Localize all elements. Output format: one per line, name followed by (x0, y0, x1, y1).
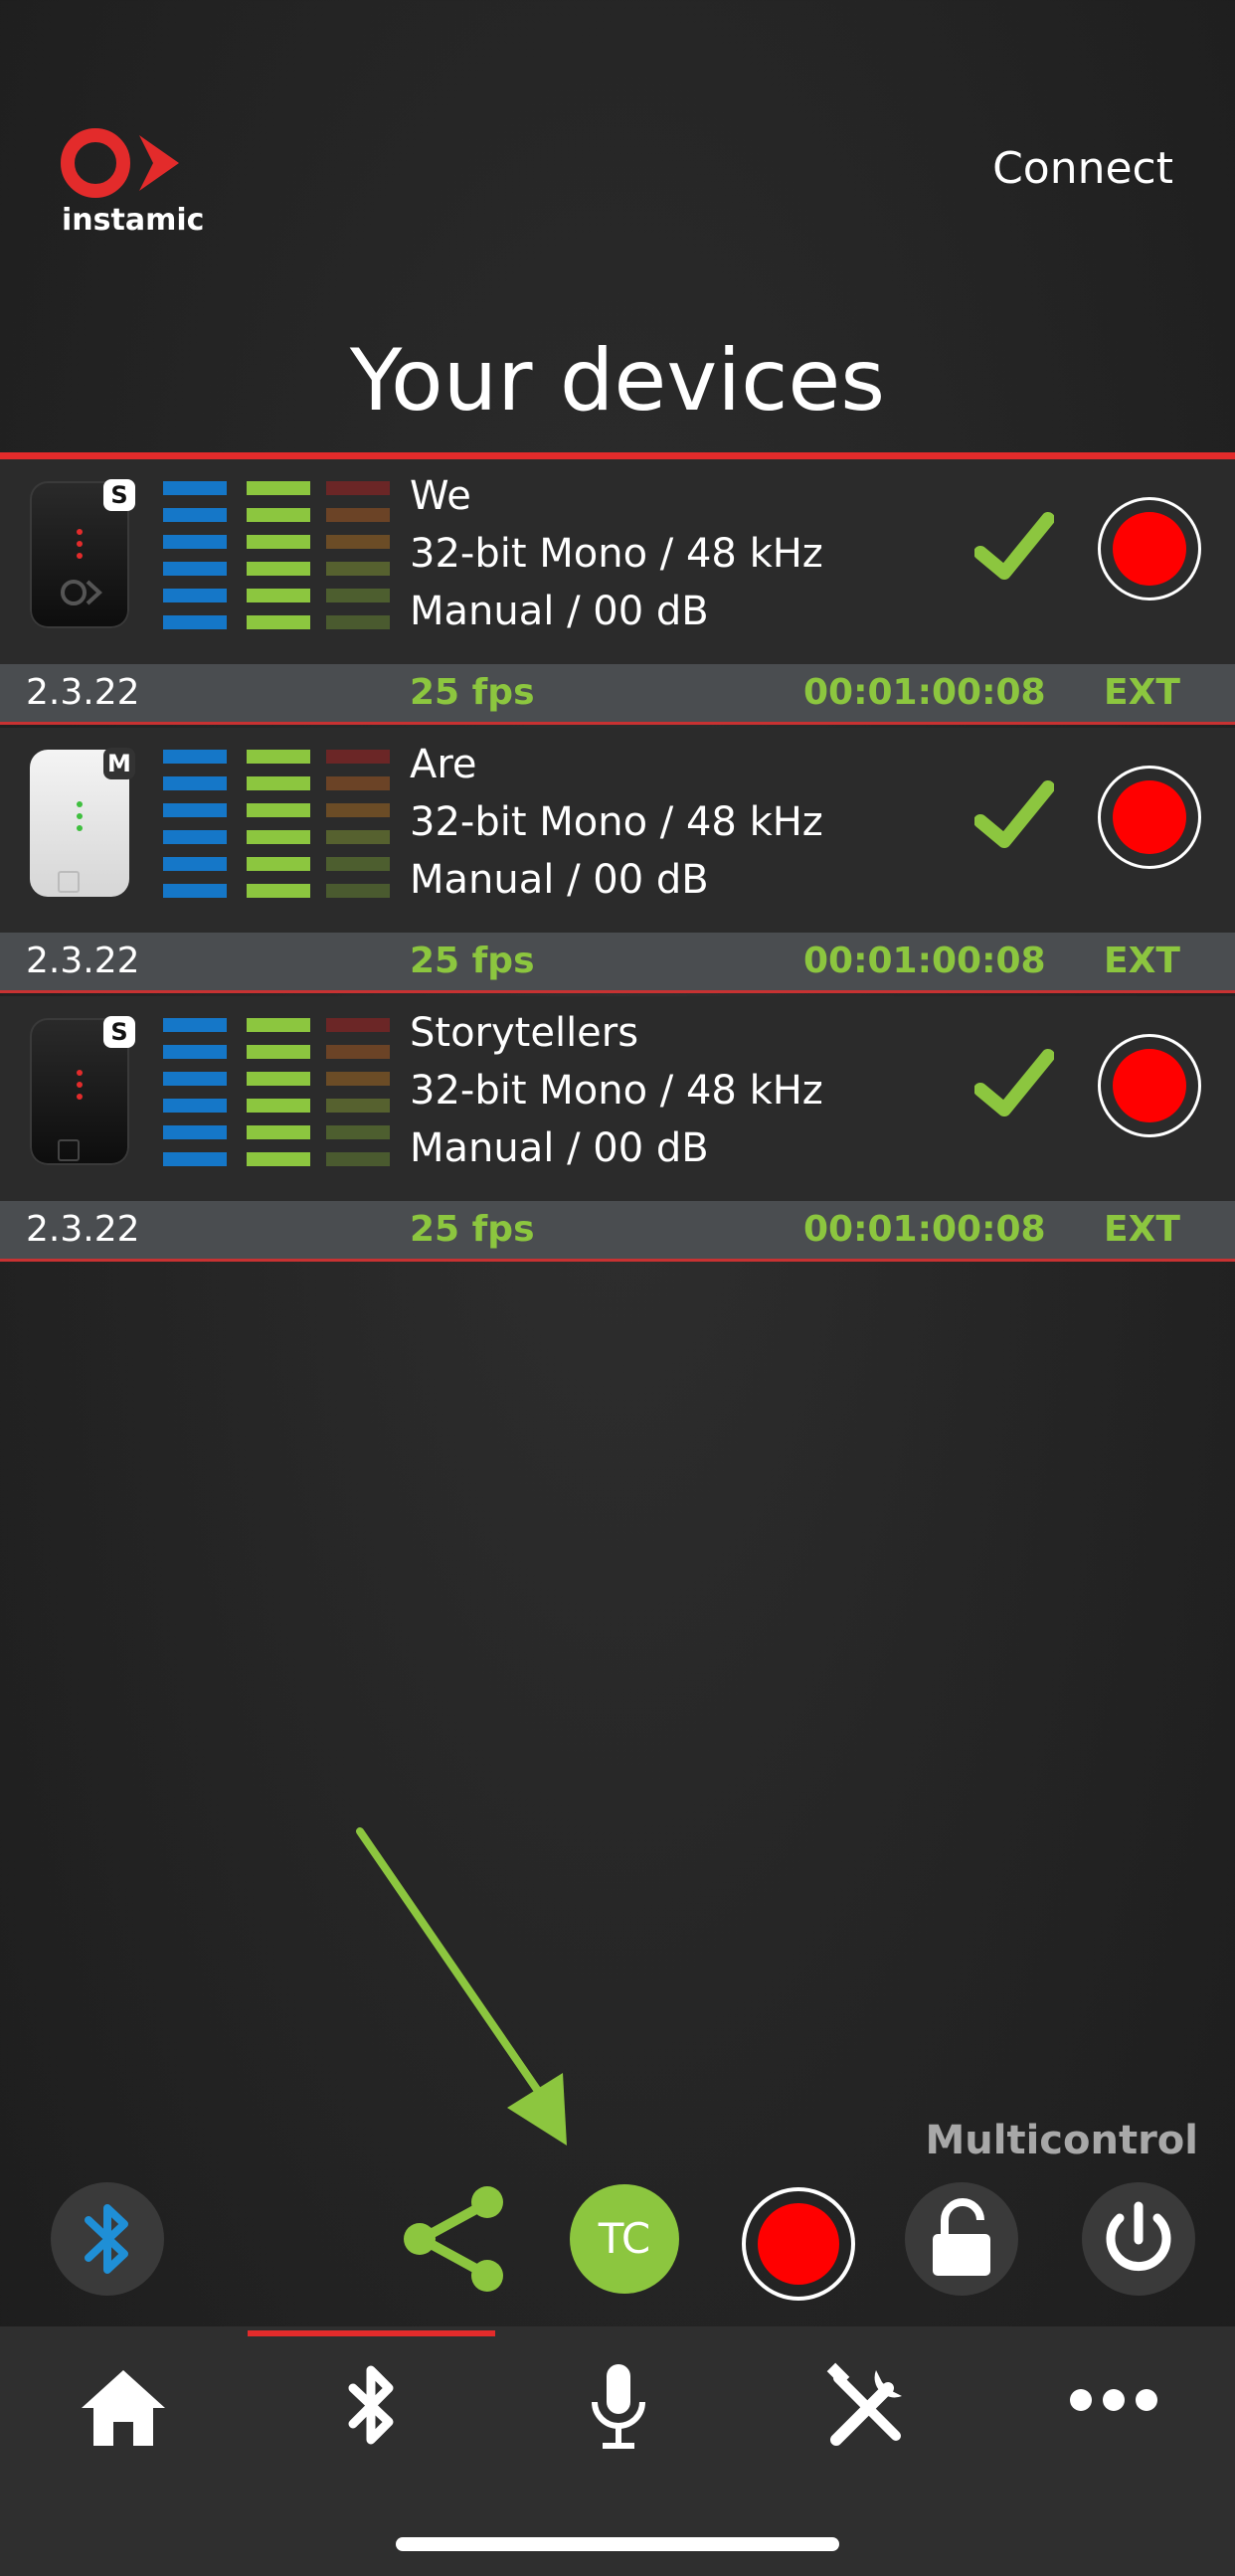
device-main-row[interactable]: S Storytellers 32-bit Mono / 48 kHz Manu… (0, 996, 1235, 1201)
level-meter-blue (163, 481, 227, 642)
power-button[interactable] (1082, 2182, 1195, 2296)
timecode: 00:01:00:08 (803, 941, 1046, 981)
header-divider (0, 452, 1235, 459)
bluetooth-button[interactable] (51, 2182, 164, 2296)
device-thumbnail: M (30, 748, 135, 897)
device-format: 32-bit Mono / 48 kHz (410, 799, 823, 845)
connected-check-icon (974, 1049, 1054, 1116)
device-main-row[interactable]: S We 32-bit Mono / 48 kHz Manual / 00 dB (0, 459, 1235, 664)
tab-bluetooth[interactable] (248, 2356, 494, 2476)
share-button[interactable] (398, 2182, 511, 2296)
device-main-row[interactable]: M Are 32-bit Mono / 48 kHz Manual / 00 d… (0, 728, 1235, 933)
multicontrol-label: Multicontrol (925, 2118, 1198, 2163)
device-logo-icon (61, 580, 102, 605)
device-thumbnail: S (30, 479, 135, 628)
device-thumbnail: S (30, 1016, 135, 1165)
logo-text: instamic (62, 203, 205, 238)
device-divider (0, 990, 1235, 993)
power-icon (1106, 2201, 1171, 2271)
bluetooth-icon (85, 2204, 128, 2274)
tools-icon (826, 2362, 902, 2446)
frame-rate: 25 fps (410, 672, 535, 713)
share-icon (404, 2186, 503, 2292)
level-meter-green (247, 1018, 310, 1179)
device-record-button[interactable] (1098, 766, 1201, 869)
device-divider (0, 1259, 1235, 1262)
home-icon (82, 2370, 165, 2446)
level-meter-dim (326, 481, 390, 642)
firmware-version: 2.3.22 (26, 672, 140, 713)
sync-mode: EXT (1104, 1209, 1180, 1250)
tab-more[interactable] (990, 2356, 1235, 2476)
device-card[interactable]: S We 32-bit Mono / 48 kHz Manual / 00 dB… (0, 459, 1235, 728)
device-button-icon (58, 871, 80, 893)
record-all-button[interactable] (742, 2187, 855, 2301)
device-status-bar: 2.3.22 25 fps 00:01:00:08 EXT (0, 933, 1235, 990)
level-meter-blue (163, 1018, 227, 1179)
tab-microphone[interactable] (495, 2356, 742, 2476)
level-meter-green (247, 750, 310, 911)
device-card[interactable]: S Storytellers 32-bit Mono / 48 kHz Manu… (0, 996, 1235, 1265)
device-name: Storytellers (410, 1010, 639, 1056)
sync-mode: EXT (1104, 941, 1180, 981)
page-title: Your devices (349, 331, 886, 430)
unlock-icon (933, 2198, 990, 2276)
device-status-bar: 2.3.22 25 fps 00:01:00:08 EXT (0, 664, 1235, 722)
sync-mode: EXT (1104, 672, 1180, 713)
tab-tools[interactable] (743, 2356, 989, 2476)
connected-check-icon (974, 512, 1054, 580)
connected-check-icon (974, 780, 1054, 848)
device-card[interactable]: M Are 32-bit Mono / 48 kHz Manual / 00 d… (0, 728, 1235, 996)
level-meter-dim (326, 750, 390, 911)
firmware-version: 2.3.22 (26, 1209, 140, 1250)
level-meter-dim (326, 1018, 390, 1179)
active-tab-indicator (248, 2330, 495, 2336)
device-gain: Manual / 00 dB (410, 857, 709, 903)
device-format: 32-bit Mono / 48 kHz (410, 1068, 823, 1114)
more-icon (1070, 2389, 1157, 2411)
frame-rate: 25 fps (410, 941, 535, 981)
connect-button[interactable]: Connect (992, 143, 1173, 194)
tab-bar (0, 2326, 1235, 2576)
device-role-badge: M (103, 748, 135, 779)
level-meter-green (247, 481, 310, 642)
timecode: 00:01:00:08 (803, 1209, 1046, 1250)
device-role-badge: S (103, 479, 135, 511)
device-name: We (410, 473, 471, 519)
device-gain: Manual / 00 dB (410, 589, 709, 634)
firmware-version: 2.3.22 (26, 941, 140, 981)
device-role-badge: S (103, 1016, 135, 1048)
device-record-button[interactable] (1098, 497, 1201, 601)
level-meter-blue (163, 750, 227, 911)
device-record-button[interactable] (1098, 1034, 1201, 1137)
timecode: 00:01:00:08 (803, 672, 1046, 713)
frame-rate: 25 fps (410, 1209, 535, 1250)
annotation-arrow-icon (356, 1827, 567, 2146)
device-format: 32-bit Mono / 48 kHz (410, 531, 823, 577)
home-indicator[interactable] (396, 2537, 839, 2551)
unlock-button[interactable] (905, 2182, 1018, 2296)
bluetooth-icon (348, 2365, 394, 2445)
instamic-logo: instamic (58, 127, 205, 238)
device-status-bar: 2.3.22 25 fps 00:01:00:08 EXT (0, 1201, 1235, 1259)
instamic-logo-mark (61, 128, 179, 198)
timecode-button[interactable]: TC (570, 2184, 679, 2294)
device-name: Are (410, 742, 477, 787)
device-gain: Manual / 00 dB (410, 1125, 709, 1171)
device-button-icon (58, 1139, 80, 1161)
microphone-icon (592, 2364, 645, 2449)
device-divider (0, 722, 1235, 725)
tab-home[interactable] (0, 2356, 247, 2476)
